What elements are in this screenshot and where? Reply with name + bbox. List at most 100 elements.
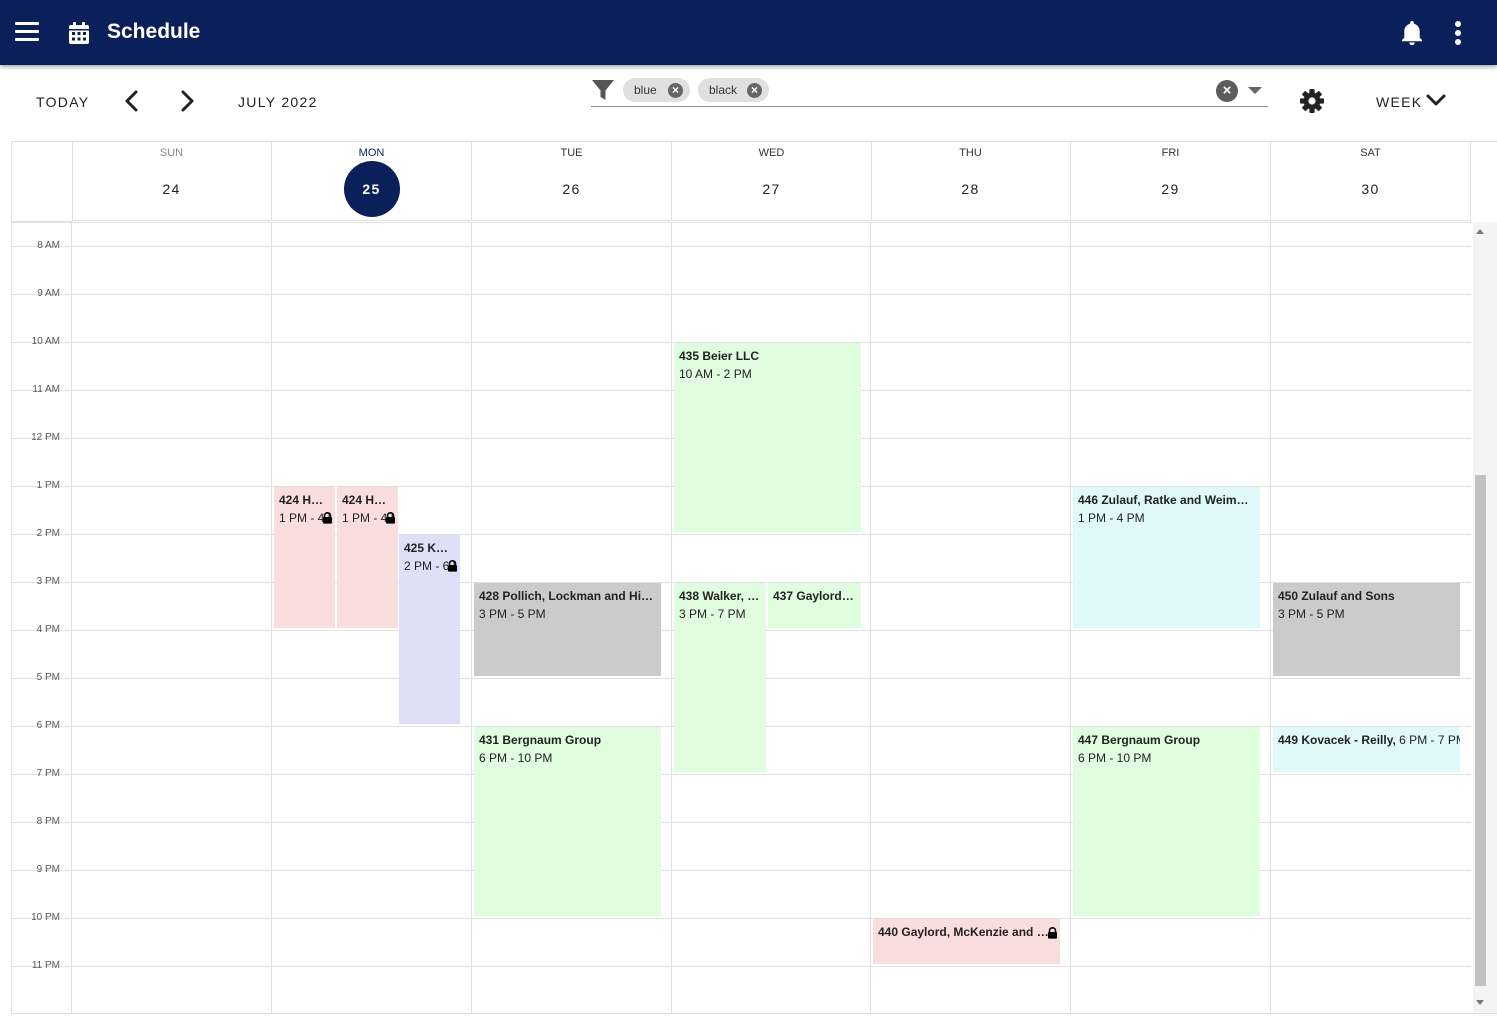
day-number[interactable]: 30 [1343, 161, 1399, 217]
day-header-fri: FRI 29 [1071, 142, 1271, 221]
time-gutter-header [12, 142, 73, 222]
gear-icon[interactable] [1299, 88, 1325, 114]
event-title: 431 Bergnaum Group [479, 733, 602, 747]
hour-label: 8 PM [36, 816, 60, 827]
more-options-icon[interactable] [1455, 21, 1465, 48]
day-column-divider [71, 222, 72, 1013]
event-card[interactable]: 446 Zulauf, Ratke and Weimann 1 PM - 4 PM [1073, 487, 1260, 628]
event-card[interactable]: 440 Gaylord, McKenzie and Torp [873, 919, 1060, 964]
hour-label: 2 PM [36, 528, 60, 539]
day-column-divider [870, 222, 871, 1013]
day-of-week-label: SUN [159, 147, 184, 159]
day-number[interactable]: 24 [144, 161, 200, 217]
event-card[interactable]: 428 Pollich, Lockman and Hilpert 3 PM - 5… [474, 583, 661, 676]
hour-gridline [12, 294, 1471, 295]
day-header-tue: TUE 26 [472, 142, 672, 221]
hour-gridline [12, 246, 1471, 247]
event-title: 424 Hodkiewicz [279, 493, 330, 507]
scroll-down-arrow-icon[interactable] [1476, 1000, 1484, 1005]
hour-label: 6 PM [36, 720, 60, 731]
day-number[interactable]: 29 [1143, 161, 1199, 217]
day-column-divider [671, 222, 672, 1013]
scrollbar-thumb[interactable] [1475, 475, 1486, 986]
event-card[interactable]: 424 Hodkiewicz1 PM - 4 PM [337, 487, 398, 628]
filter-funnel-icon[interactable] [591, 78, 615, 102]
chevron-down-icon[interactable] [1425, 90, 1447, 110]
event-time: 6 PM - 10 PM [479, 751, 553, 765]
day-header-wed: WED 27 [672, 142, 872, 221]
close-icon[interactable]: × [668, 83, 683, 98]
scroll-up-arrow-icon[interactable] [1476, 229, 1484, 234]
filter-chip-blue[interactable]: blue × [623, 78, 690, 102]
lock-icon [448, 560, 457, 572]
hour-label: 3 PM [36, 576, 60, 587]
current-month-label: JULY 2022 [238, 94, 318, 110]
event-card[interactable]: 437 Gaylord, Lockman [768, 583, 861, 628]
day-of-week-label: WED [758, 147, 785, 159]
menu-icon[interactable] [15, 22, 39, 42]
day-of-week-label: MON [358, 147, 385, 159]
hour-gridline [12, 222, 1471, 223]
event-card[interactable]: 447 Bergnaum Group 6 PM - 10 PM [1073, 727, 1260, 916]
day-of-week-label: TUE [560, 147, 583, 159]
today-button[interactable]: TODAY [36, 94, 89, 110]
day-of-week-label: SAT [1360, 147, 1381, 159]
hour-label: 8 AM [37, 240, 60, 251]
day-number[interactable]: 26 [544, 161, 600, 217]
event-card[interactable]: 431 Bergnaum Group 6 PM - 10 PM [474, 727, 661, 916]
hour-label: 11 AM [32, 384, 60, 395]
hour-label: 11 PM [31, 960, 60, 971]
calendar-scrollbar[interactable] [1473, 222, 1497, 1013]
hour-label: 12 PM [31, 432, 60, 443]
event-card[interactable]: 449 Kovacek - Reilly, 6 PM - 7 PM [1273, 727, 1460, 772]
lock-icon [323, 512, 332, 524]
event-title: 435 Beier LLC [679, 349, 760, 363]
event-title: 450 Zulauf and Sons [1278, 589, 1395, 603]
hour-gridline [12, 966, 1471, 967]
close-icon[interactable]: × [747, 83, 762, 98]
event-title: 428 Pollich, Lockman and Hilpert [479, 589, 656, 603]
filter-dropdown-arrow-icon[interactable] [1248, 87, 1262, 94]
event-time: 10 AM - 2 PM [679, 367, 752, 381]
event-card[interactable]: 435 Beier LLC 10 AM - 2 PM [674, 343, 861, 532]
app-bar: Schedule [0, 0, 1497, 65]
notifications-bell-icon[interactable] [1399, 19, 1425, 47]
day-of-week-label: THU [959, 147, 982, 159]
hour-label: 10 PM [31, 912, 60, 923]
hour-label: 9 AM [37, 288, 60, 299]
event-title: 440 Gaylord, McKenzie and Torp [878, 925, 1055, 939]
event-time: 6 PM - 7 PM [1395, 733, 1460, 747]
clear-filters-icon[interactable]: × [1216, 80, 1238, 102]
filter-chip-black[interactable]: black × [698, 78, 769, 102]
chevron-left-icon[interactable] [122, 89, 142, 113]
chevron-right-icon[interactable] [177, 89, 197, 113]
event-card[interactable]: 450 Zulauf and Sons 3 PM - 5 PM [1273, 583, 1460, 676]
event-title: 425 Kovacek [404, 541, 455, 555]
day-of-week-label: FRI [1161, 147, 1180, 159]
event-time: 1 PM - 4 PM [1078, 511, 1145, 525]
day-column-divider [1070, 222, 1071, 1013]
event-title: 446 Zulauf, Ratke and Weimann [1078, 493, 1255, 507]
week-calendar: SUN 24 MON 25 TUE 26 WED 27 THU 28 FRI 29 SAT 30 8 AM… [11, 141, 1497, 1014]
day-column-divider [271, 222, 272, 1013]
day-header-sat: SAT 30 [1271, 142, 1471, 221]
day-number[interactable]: 25 [343, 161, 400, 217]
hour-label: 7 PM [36, 768, 60, 779]
view-selector[interactable]: WEEK [1376, 94, 1422, 110]
event-card[interactable]: 425 Kovacek2 PM - 6 PM [399, 535, 460, 724]
event-time: 3 PM - 7 PM [679, 607, 746, 621]
event-title: 438 Walker, Gaylord [679, 589, 761, 603]
hour-label: 1 PM [36, 480, 60, 491]
event-time: 3 PM - 5 PM [1278, 607, 1345, 621]
event-card[interactable]: 424 Hodkiewicz1 PM - 4 PM [274, 487, 335, 628]
event-title: 437 Gaylord, Lockman [773, 589, 856, 603]
calendar-icon [69, 22, 89, 44]
day-number[interactable]: 27 [744, 161, 800, 217]
event-time: 6 PM - 10 PM [1078, 751, 1152, 765]
event-card[interactable]: 438 Walker, Gaylord 3 PM - 7 PM [674, 583, 766, 772]
calendar-grid[interactable]: 8 AM 9 AM 10 AM 11 AM 12 PM 1 PM 2 PM 3 PM 4 PM 5… [12, 222, 1472, 1013]
event-title: 449 Kovacek - Reilly, [1278, 733, 1396, 747]
event-title: 447 Bergnaum Group [1078, 733, 1201, 747]
day-number[interactable]: 28 [943, 161, 999, 217]
filter-bar[interactable]: blue × black × × [591, 75, 1268, 107]
